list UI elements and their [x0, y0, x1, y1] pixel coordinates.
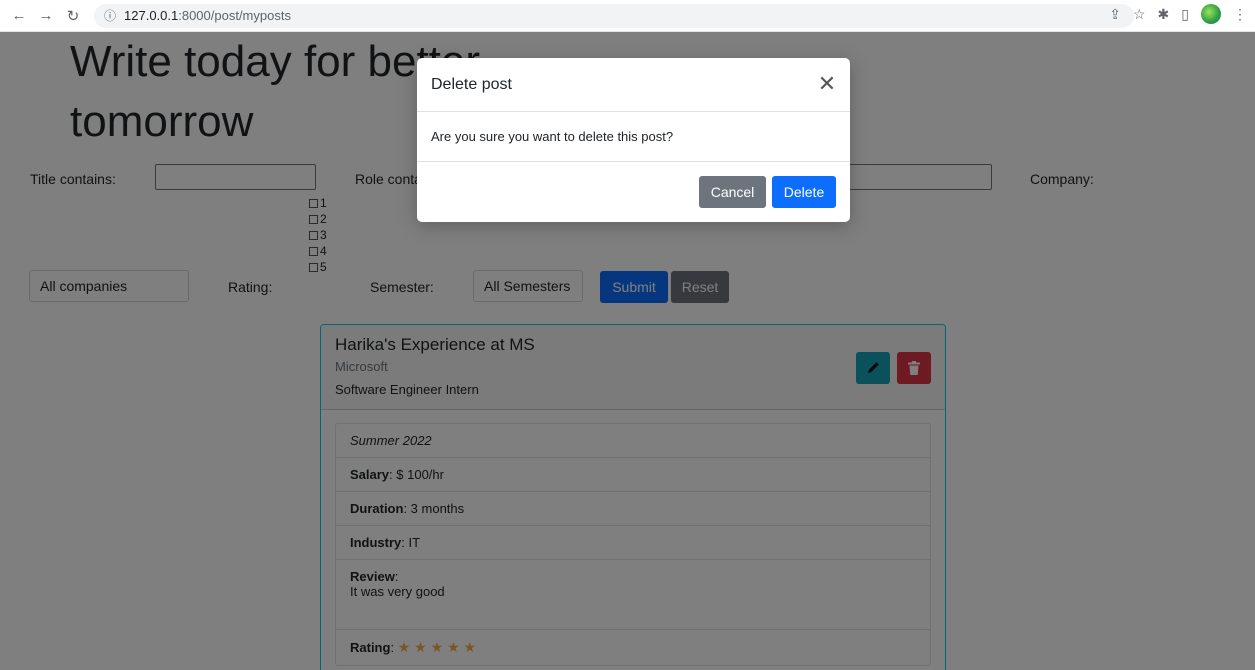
bookmark-star-icon[interactable]: ☆ — [1133, 6, 1146, 23]
delete-button[interactable]: Delete — [772, 176, 836, 208]
close-icon[interactable]: ✕ — [816, 73, 838, 95]
modal-footer: Cancel Delete — [417, 162, 850, 222]
modal-body: Are you sure you want to delete this pos… — [417, 112, 850, 162]
forward-arrow-icon[interactable]: → — [35, 5, 57, 27]
modal-header: Delete post ✕ — [417, 58, 850, 112]
share-icon[interactable]: ⇪ — [1109, 6, 1121, 23]
modal-title: Delete post — [431, 75, 512, 93]
delete-post-modal: Delete post ✕ Are you sure you want to d… — [417, 58, 850, 222]
profile-avatar[interactable] — [1201, 4, 1221, 24]
side-panel-icon[interactable]: ▯ — [1181, 6, 1189, 23]
url-path: :8000/post/myposts — [178, 8, 291, 23]
address-bar[interactable]: ⓘ 127.0.0.1:8000/post/myposts — [94, 3, 1134, 28]
site-info-icon[interactable]: ⓘ — [104, 7, 116, 24]
extensions-puzzle-icon[interactable]: ✱ — [1158, 6, 1170, 23]
reload-icon[interactable]: ↻ — [62, 5, 84, 27]
cancel-button[interactable]: Cancel — [699, 176, 766, 208]
kebab-menu-icon[interactable]: ⋮ — [1233, 6, 1247, 23]
back-arrow-icon[interactable]: ← — [8, 5, 30, 27]
url-host: 127.0.0.1 — [124, 8, 179, 23]
browser-toolbar: ← → ↻ ⓘ 127.0.0.1:8000/post/myposts ⇪ ☆ … — [0, 0, 1255, 32]
